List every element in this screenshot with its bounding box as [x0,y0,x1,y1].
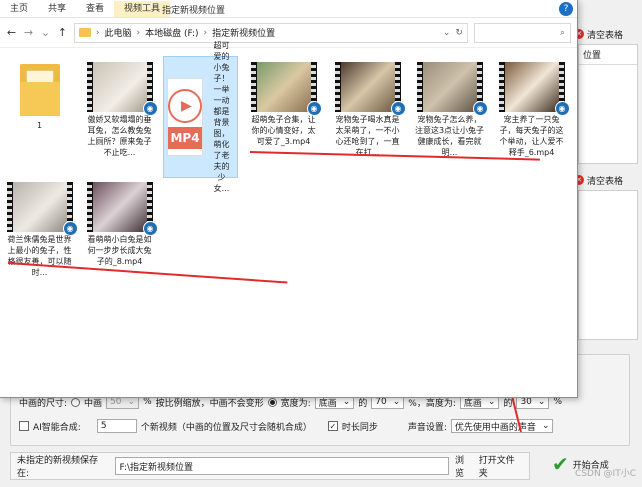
search-icon: ⌕ [559,27,565,38]
mp4-item[interactable]: MP4 超可爱的小兔子！一举一动都是背景图，萌化了老夫的少女... [163,41,238,193]
forward-arrow-icon[interactable]: → [23,26,34,39]
media-player-icon: ◉ [142,221,158,236]
file-list-panel: 位置 [578,44,638,164]
tab-home[interactable]: 主页 [0,1,38,17]
media-player-icon: ◉ [390,101,406,116]
percent-text-2: % [553,397,562,407]
video-item[interactable]: ◉ 超萌兔子合集，让你的心情变好，太可爱了_3.mp4 [246,56,322,147]
sync-checkbox[interactable]: ✓ [327,421,338,431]
watermark: CSDN @IT小C [575,469,636,479]
up-arrow-icon[interactable]: ↑ [57,26,68,39]
clear-table-label: 清空表格 [587,176,624,187]
item-caption: 荷兰侏儒兔是世界上最小的兔子，性格很友善，可以随时... [7,235,72,277]
search-box[interactable]: ⌕ [473,22,571,43]
item-caption: 1 [36,121,43,130]
folder-icon [78,28,91,37]
ai-row: AI智能合成: 5 个新视频（中画的位置及尺寸会随机合成） ✓ 时长同步 声音设… [19,419,554,433]
radio-proportional[interactable] [71,397,81,407]
item-caption: 超萌兔子合集，让你的心情变好，太可爱了_3.mp4 [251,115,316,146]
media-player-icon: ◉ [472,101,488,116]
checkmark-icon: ✔ [552,452,569,476]
panel-header: 位置 [579,45,637,65]
ribbon-tabs: 主页 共享 查看 视频工具 指定新视频位置 ? [0,0,577,18]
breadcrumb-drive[interactable]: 本地磁盘 (F:) [145,26,198,39]
address-bar-row: ← → ⌄ ↑ › 此电脑 › 本地磁盘 (F:) › 指定新视频位置 ⌄ ↻ … [0,18,577,48]
percent-text: % [143,397,152,407]
help-icon[interactable]: ? [559,2,573,16]
item-caption: 超可爱的小兔子！一举一动都是背景图，萌化了老夫的少女... [213,41,230,193]
item-caption: 傲娇又软塌塌的垂耳兔，怎么教兔兔上厕所？原来兔子不止吃... [87,115,152,157]
output-label: 未指定的新视频保存在: [17,456,99,479]
recent-chevron-icon[interactable]: ⌄ [40,26,51,39]
count-note: 个新视频（中画的位置及尺寸会随机合成） [140,422,312,433]
ai-label: AI智能合成: [33,422,81,433]
audio-label: 声音设置: [407,422,447,433]
mp4-file-icon: MP4 [167,78,203,156]
output-row: 未指定的新视频保存在: F:\指定新视频位置 浏览 打开文件夹 [10,452,530,480]
media-player-icon: ◉ [142,101,158,116]
open-folder-button[interactable]: 打开文件夹 [479,453,523,479]
back-arrow-icon[interactable]: ← [6,26,17,39]
breadcrumb-folder[interactable]: 指定新视频位置 [212,26,275,39]
clear-table-button[interactable]: ✕ 清空表格 [574,26,640,42]
file-list-panel-2 [578,190,638,340]
ai-checkbox[interactable] [19,421,29,431]
dropdown-chevron-icon[interactable]: ⌄ [443,28,451,38]
clear-table-button-2[interactable]: ✕ 清空表格 [574,172,640,188]
refresh-icon[interactable]: ↻ [455,28,463,38]
window-title: 指定新视频位置 [162,6,226,16]
item-caption: 宠主养了一只兔子，每天兔子的这个举动，让人爱不释手_6.mp4 [499,115,564,157]
folder-item[interactable]: 1 [2,56,77,131]
browse-button[interactable]: 浏览 [455,453,473,479]
folder-icon [19,64,60,116]
radio-custom[interactable] [267,397,277,407]
output-path-field[interactable]: F:\指定新视频位置 [114,457,450,475]
tab-share[interactable]: 共享 [38,1,76,17]
item-caption: 宠物兔子怎么养，注意这3点让小兔子健康成长，看完就明... [414,115,485,157]
video-item[interactable]: ◉ 宠物兔子怎么养，注意这3点让小兔子健康成长，看完就明... [412,56,488,158]
item-caption: 宠物兔子喝水真是太呆萌了，一不小心还呛到了，一直在打... [335,115,400,157]
breadcrumb-this-pc[interactable]: 此电脑 [104,26,131,39]
tab-view[interactable]: 查看 [76,1,114,17]
video-item[interactable]: ◉ 傲娇又软塌塌的垂耳兔，怎么教兔兔上厕所？原来兔子不止吃... [82,56,158,158]
sync-label: 时长同步 [341,422,378,433]
audio-select[interactable]: 优先使用中画的声音 ⌄ [450,419,554,433]
item-caption: 看萌萌小白兔是如何一步步长成大兔子的_8.mp4 [87,235,152,266]
video-item[interactable]: ◉ 看萌萌小白兔是如何一步步长成大兔子的_8.mp4 [82,176,158,267]
video-item[interactable]: ◉ 宠物兔子喝水真是太呆萌了，一不小心还呛到了，一直在打... [330,56,406,158]
media-player-icon: ◉ [554,101,570,116]
clear-table-label: 清空表格 [587,30,624,41]
count-stepper[interactable]: 5 [96,419,137,433]
media-player-icon: ◉ [62,221,78,236]
file-explorer-window: 主页 共享 查看 视频工具 指定新视频位置 ? ← → ⌄ ↑ › 此电脑 › … [0,0,578,398]
address-bar[interactable]: › 此电脑 › 本地磁盘 (F:) › 指定新视频位置 ⌄ ↻ [73,22,468,43]
video-item[interactable]: ◉ 宠主养了一只兔子，每天兔子的这个举动，让人爱不释手_6.mp4 [494,56,570,158]
media-player-icon: ◉ [306,101,322,116]
